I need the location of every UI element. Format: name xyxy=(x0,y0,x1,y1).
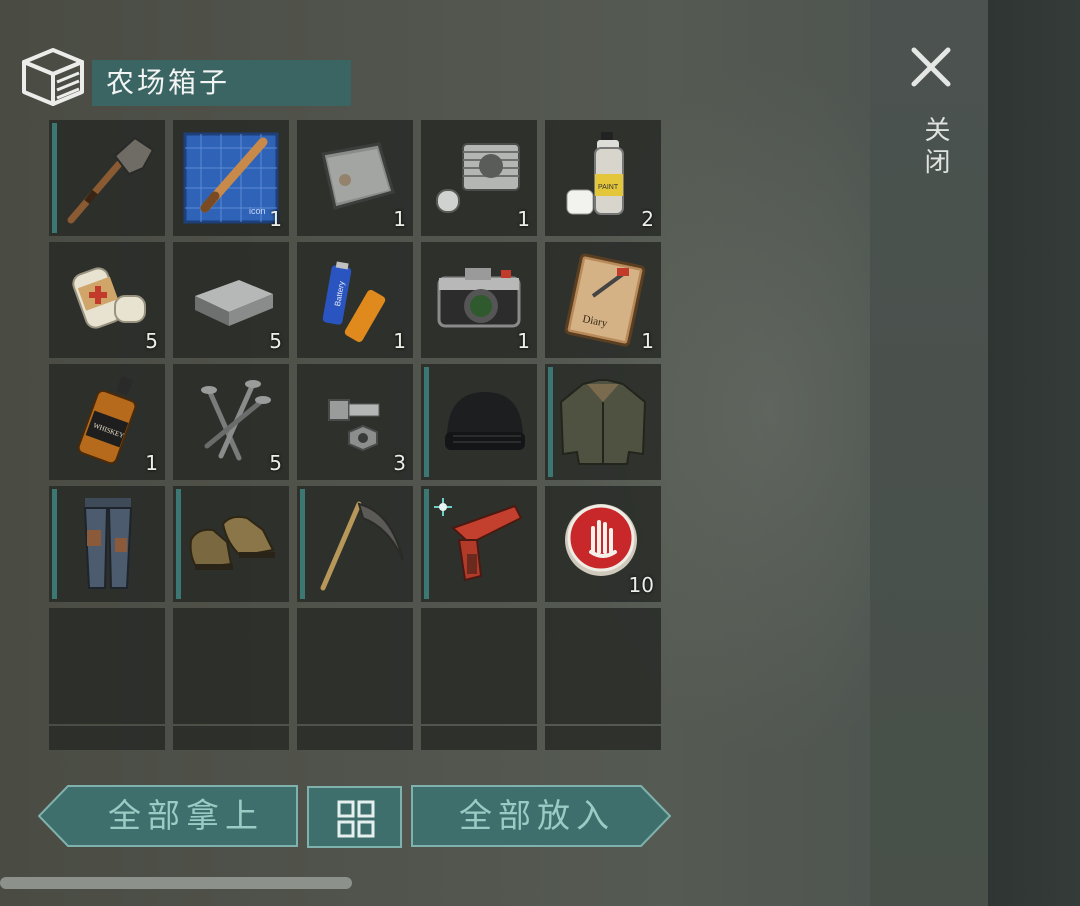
sort-grid-icon xyxy=(337,800,375,838)
inventory-slot-empty[interactable] xyxy=(545,608,661,724)
side-edge xyxy=(988,0,1080,906)
item-count: 5 xyxy=(269,329,282,353)
inventory-slot-shovel[interactable] xyxy=(49,120,165,236)
horizontal-scrollbar[interactable] xyxy=(0,877,352,889)
item-count: 10 xyxy=(628,573,654,597)
item-count: 1 xyxy=(145,451,158,475)
inventory-slot-metal-plate[interactable]: 1 xyxy=(297,120,413,236)
close-icon[interactable] xyxy=(906,42,956,92)
blueprint-label: icon xyxy=(249,206,266,216)
inventory-slot-flare-gun[interactable] xyxy=(421,486,537,602)
flare-gun-icon xyxy=(434,498,523,582)
inventory-slot-camera[interactable]: 1 xyxy=(421,242,537,358)
inventory-slot-diary[interactable]: Diary 1 xyxy=(545,242,661,358)
inventory-slot-sickle[interactable] xyxy=(297,486,413,602)
bolt-nut-icon xyxy=(328,399,380,452)
take-all-label: 全部拿上 xyxy=(108,796,264,835)
spray-paint-icon: PAINT xyxy=(566,132,624,215)
inventory-slot-bandage[interactable]: 5 xyxy=(49,242,165,358)
metal-plate-icon xyxy=(321,142,395,210)
engine-cylinder-icon xyxy=(436,143,520,213)
inventory-slot-empty[interactable] xyxy=(297,608,413,724)
item-count: 1 xyxy=(641,329,654,353)
inventory-slot-engine-cylinder[interactable]: 1 xyxy=(421,120,537,236)
inventory-slot-iron-ingot[interactable]: 5 xyxy=(173,242,289,358)
container-title: 农场箱子 xyxy=(92,60,351,106)
inventory-slot-empty[interactable] xyxy=(421,726,537,750)
item-count: 1 xyxy=(517,207,530,231)
inventory-slot-bottle-cap[interactable]: 10 xyxy=(545,486,661,602)
inventory-slot-empty[interactable] xyxy=(545,726,661,750)
whiskey-icon: WHISKEY xyxy=(77,376,137,465)
inventory-slot-bolt-nut[interactable]: 3 xyxy=(297,364,413,480)
inventory-slot-beanie[interactable] xyxy=(421,364,537,480)
ammo-indicator-icon xyxy=(434,498,452,516)
beanie-icon xyxy=(445,392,525,450)
shovel-icon xyxy=(67,136,155,224)
jacket-icon xyxy=(559,379,647,465)
bandage-icon xyxy=(72,267,146,329)
inventory-slot-spray-paint[interactable]: PAINT 2 xyxy=(545,120,661,236)
inventory-slot-boots[interactable] xyxy=(173,486,289,602)
inventory-slot-empty[interactable] xyxy=(49,726,165,750)
inventory-slot-empty[interactable] xyxy=(173,726,289,750)
diary-icon: Diary xyxy=(564,253,646,347)
inventory-slot-bat-blueprint[interactable]: icon 1 xyxy=(173,120,289,236)
item-count: 5 xyxy=(269,451,282,475)
batteries-icon: Battery xyxy=(322,261,386,343)
sort-button[interactable] xyxy=(307,786,402,848)
close-label[interactable]: 关闭 xyxy=(910,116,950,180)
inventory-slot-nails[interactable]: 5 xyxy=(173,364,289,480)
paint-label: PAINT xyxy=(598,184,619,191)
item-count: 1 xyxy=(517,329,530,353)
item-count: 1 xyxy=(269,207,282,231)
inventory-slot-empty[interactable] xyxy=(297,726,413,750)
item-count: 5 xyxy=(145,329,158,353)
put-all-button[interactable]: 全部放入 xyxy=(411,785,671,847)
iron-ingot-icon xyxy=(195,280,273,326)
item-count: 1 xyxy=(393,329,406,353)
inventory-slot-empty[interactable] xyxy=(49,608,165,724)
bat-blueprint-icon: icon xyxy=(183,132,279,224)
boots-icon xyxy=(189,515,275,570)
inventory-slot-batteries[interactable]: Battery 1 xyxy=(297,242,413,358)
nails-icon xyxy=(201,380,271,461)
put-all-label: 全部放入 xyxy=(459,796,615,835)
inventory-slot-whiskey[interactable]: WHISKEY 1 xyxy=(49,364,165,480)
item-count: 1 xyxy=(393,207,406,231)
item-count: 3 xyxy=(393,451,406,475)
sickle-icon xyxy=(320,501,404,591)
inventory-slot-empty[interactable] xyxy=(173,608,289,724)
camera-icon xyxy=(437,268,521,328)
pants-icon xyxy=(83,498,133,589)
inventory-slot-jacket[interactable] xyxy=(545,364,661,480)
inventory-slot-empty[interactable] xyxy=(421,608,537,724)
take-all-button[interactable]: 全部拿上 xyxy=(38,785,298,847)
item-count: 2 xyxy=(641,207,654,231)
inventory-slot-pants[interactable] xyxy=(49,486,165,602)
crate-icon xyxy=(22,48,84,106)
